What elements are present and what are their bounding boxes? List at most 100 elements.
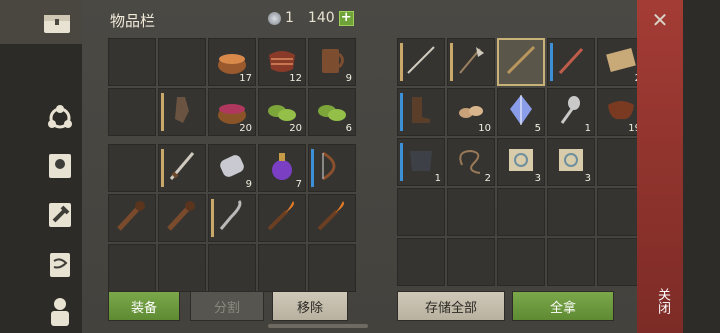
gold-amount: 140 [307, 10, 335, 26]
sun-book-icon [49, 154, 71, 178]
inventory-slot[interactable]: 1 [547, 88, 595, 136]
inventory-slot[interactable] [497, 238, 545, 286]
boots-icon [402, 91, 440, 133]
item-count: 20 [289, 123, 302, 134]
tech-tree-icon [48, 105, 72, 129]
club-icon [163, 197, 201, 239]
inventory-slot[interactable] [158, 38, 206, 86]
inventory-slot[interactable] [158, 144, 206, 192]
inventory-slot[interactable] [158, 194, 206, 242]
inventory-slot[interactable] [447, 238, 495, 286]
inventory-slot[interactable]: 9 [208, 144, 256, 192]
inventory-slot[interactable]: 3 [497, 138, 545, 186]
item-count: 9 [245, 179, 252, 190]
inventory-slot[interactable] [397, 88, 445, 136]
close-label[interactable]: 关闭 [652, 288, 672, 314]
item-count: 9 [345, 73, 352, 84]
item-count: 6 [345, 123, 352, 134]
inventory-slot[interactable]: 1 [397, 138, 445, 186]
inventory-tab[interactable] [0, 0, 83, 44]
inventory-slot[interactable] [208, 244, 256, 292]
inventory-slot[interactable] [108, 38, 156, 86]
club-icon [113, 197, 151, 239]
item-count: 1 [584, 123, 591, 134]
take-all-button[interactable]: 全拿 [512, 291, 614, 321]
close-tab[interactable] [637, 0, 683, 333]
slot-quality-bar [400, 143, 403, 181]
inventory-slot[interactable]: 17 [208, 38, 256, 86]
inventory-slot[interactable] [447, 38, 495, 86]
inventory-slot[interactable] [547, 238, 595, 286]
tech-tree-tab[interactable] [38, 96, 82, 140]
inventory-slot[interactable] [308, 194, 356, 242]
item-count: 10 [478, 123, 491, 134]
inventory-slot[interactable] [258, 194, 306, 242]
item-count: 3 [534, 173, 541, 184]
item-count: 2 [484, 173, 491, 184]
inventory-slot[interactable] [397, 188, 445, 236]
store-all-button[interactable]: 存储全部 [397, 291, 505, 321]
inventory-slot[interactable] [208, 194, 256, 242]
inventory-slot[interactable]: 9 [308, 38, 356, 86]
gloves-icon [163, 91, 201, 133]
slot-quality-bar [400, 93, 403, 131]
item-count: 12 [289, 73, 302, 84]
torch-icon [313, 197, 351, 239]
coin-icon [268, 11, 281, 25]
close-icon[interactable]: ✕ [649, 8, 671, 32]
page-title: 物品栏 [110, 12, 156, 30]
slot-quality-bar [211, 199, 214, 237]
journal-tab[interactable] [38, 143, 82, 187]
chest-icon [40, 5, 74, 39]
sword-icon [163, 147, 201, 189]
inventory-slot[interactable]: 6 [308, 88, 356, 136]
inventory-slot[interactable] [308, 144, 356, 192]
build-tab[interactable] [38, 192, 82, 236]
inventory-slot[interactable] [108, 88, 156, 136]
inventory-slot[interactable] [108, 194, 156, 242]
inventory-slot[interactable] [397, 38, 445, 86]
slot-quality-bar [550, 43, 553, 81]
sickle-icon [213, 197, 251, 239]
inventory-slot[interactable]: 7 [258, 144, 306, 192]
inventory-slot[interactable]: 3 [547, 138, 595, 186]
inventory-slot[interactable] [497, 188, 545, 236]
scrollbar[interactable] [268, 324, 368, 328]
inventory-slot[interactable] [308, 244, 356, 292]
hammer-icon [49, 203, 71, 227]
inventory-slot[interactable] [158, 88, 206, 136]
slot-quality-bar [400, 43, 403, 81]
item-count: 1 [434, 173, 441, 184]
remove-button[interactable]: 移除 [272, 291, 348, 321]
inventory-slot[interactable]: 2 [447, 138, 495, 186]
inventory-slot[interactable] [547, 188, 595, 236]
slot-quality-bar [161, 149, 164, 187]
equip-button[interactable]: 装备 [108, 291, 180, 321]
inventory-slot[interactable]: 20 [258, 88, 306, 136]
inventory-slot[interactable]: 5 [497, 88, 545, 136]
add-currency-button[interactable]: + [338, 10, 354, 26]
inventory-slot[interactable] [108, 244, 156, 292]
inventory-slot[interactable] [447, 188, 495, 236]
inventory-slot[interactable] [108, 144, 156, 192]
split-button[interactable]: 分割 [190, 291, 264, 321]
item-count: 3 [584, 173, 591, 184]
inventory-slot[interactable] [497, 38, 545, 86]
inventory-slot[interactable] [397, 238, 445, 286]
item-count: 5 [534, 123, 541, 134]
inventory-slot[interactable]: 20 [208, 88, 256, 136]
inventory-slot[interactable]: 12 [258, 38, 306, 86]
item-count: 20 [239, 123, 252, 134]
staff-icon [502, 41, 540, 83]
inventory-slot[interactable]: 10 [447, 88, 495, 136]
coin-count: 1 [285, 10, 294, 26]
item-count: 17 [239, 73, 252, 84]
inventory-slot[interactable] [158, 244, 206, 292]
map-tab[interactable] [38, 242, 82, 286]
player-inventory-grid: 17 12 9 20 20 6 9 7 [108, 38, 356, 292]
bow-icon [313, 147, 351, 189]
character-tab[interactable] [38, 289, 82, 333]
inventory-slot[interactable] [547, 38, 595, 86]
inventory-slot[interactable] [258, 244, 306, 292]
item-count: 7 [295, 179, 302, 190]
